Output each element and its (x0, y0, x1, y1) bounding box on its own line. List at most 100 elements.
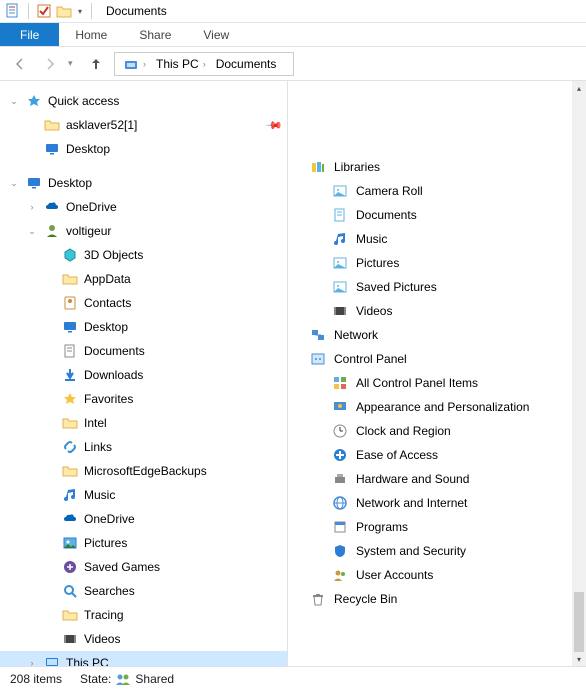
list-item-pictures[interactable]: Pictures (288, 251, 586, 275)
address-bar[interactable]: › This PC › Documents (114, 52, 294, 76)
tab-home[interactable]: Home (59, 23, 123, 46)
list-item-saved-pictures[interactable]: Saved Pictures (288, 275, 586, 299)
content-pane[interactable]: LibrariesCamera Roll Documents Music Pictur… (288, 81, 586, 666)
scroll-thumb[interactable] (574, 592, 584, 652)
tree-item-searches[interactable]: Searches (0, 579, 287, 603)
tree-item-label: 3D Objects (84, 248, 281, 262)
list-item-appearance-and-personalization[interactable]: Appearance and Personalization (288, 395, 586, 419)
tree-item-pictures[interactable]: Pictures (0, 531, 287, 555)
list-item-label: Documents (356, 208, 417, 222)
list-item-control-panel[interactable]: Control Panel (288, 347, 586, 371)
tree-item-downloads[interactable]: Downloads (0, 363, 287, 387)
list-item-clock-and-region[interactable]: Clock and Region (288, 419, 586, 443)
scroll-up-button[interactable]: ▴ (572, 81, 586, 95)
qat-divider (28, 3, 29, 19)
list-item-user-accounts[interactable]: User Accounts (288, 563, 586, 587)
list-item-label: Ease of Access (356, 448, 438, 462)
tab-view[interactable]: View (187, 23, 245, 46)
tree-item-intel[interactable]: Intel (0, 411, 287, 435)
list-item-music[interactable]: Music (288, 227, 586, 251)
tree-item-label: AppData (84, 272, 281, 286)
list-item-system-and-security[interactable]: System and Security (288, 539, 586, 563)
thispc-icon (44, 655, 60, 666)
list-item-network[interactable]: Network (288, 323, 586, 347)
list-item-camera-roll[interactable]: Camera Roll (288, 179, 586, 203)
qat-properties-button[interactable] (4, 2, 22, 20)
control-panel-icon (310, 351, 326, 367)
breadcrumb-documents[interactable]: Documents (212, 57, 281, 71)
chevron-right-icon[interactable]: › (26, 202, 38, 212)
list-item-ease-of-access[interactable]: Ease of Access (288, 443, 586, 467)
list-item-documents[interactable]: Documents (288, 203, 586, 227)
desktop-icon (62, 319, 78, 335)
quick-icon (26, 93, 42, 109)
tree-item-links[interactable]: Links (0, 435, 287, 459)
documents-icon (62, 343, 78, 359)
list-item-label: Pictures (356, 256, 399, 270)
qat-dropdown-button[interactable]: ▾ (75, 2, 85, 20)
list-item-all-control-panel-items[interactable]: All Control Panel Items (288, 371, 586, 395)
tree-item-onedrive[interactable]: OneDrive (0, 507, 287, 531)
tree-item-tracing[interactable]: Tracing (0, 603, 287, 627)
tab-file[interactable]: File (0, 23, 59, 46)
tree-item-microsoftedgebackups[interactable]: MicrosoftEdgeBackups (0, 459, 287, 483)
chevron-down-icon[interactable]: ⌄ (26, 226, 38, 237)
list-item-label: Hardware and Sound (356, 472, 469, 486)
tree-item-appdata[interactable]: AppData (0, 267, 287, 291)
history-dropdown[interactable]: ▾ (68, 58, 78, 69)
tree-item-label: Desktop (84, 320, 281, 334)
chevron-right-icon[interactable]: › (26, 658, 38, 666)
back-button[interactable] (8, 52, 32, 76)
content-scrollbar[interactable]: ▴ ▾ (572, 81, 586, 666)
list-item-libraries[interactable]: Libraries (288, 155, 586, 179)
list-item-recycle-bin[interactable]: Recycle Bin (288, 587, 586, 611)
tree-item-music[interactable]: Music (0, 483, 287, 507)
tree-item-videos[interactable]: Videos (0, 627, 287, 651)
tree-item-desktop[interactable]: Desktop (0, 137, 287, 161)
tree-item-3d-objects[interactable]: 3D Objects (0, 243, 287, 267)
qat-folder-button[interactable] (55, 2, 73, 20)
up-button[interactable] (84, 52, 108, 76)
tree-item-label: Contacts (84, 296, 281, 310)
folder-icon (44, 117, 60, 133)
tree-item-documents[interactable]: Documents (0, 339, 287, 363)
tree-item-label: Saved Games (84, 560, 281, 574)
videos-icon (332, 303, 348, 319)
scroll-down-button[interactable]: ▾ (572, 652, 586, 666)
tree-item-label: Downloads (84, 368, 281, 382)
cp-clock-icon (332, 423, 348, 439)
tree-item-favorites[interactable]: Favorites (0, 387, 287, 411)
tree-item-saved-games[interactable]: Saved Games (0, 555, 287, 579)
list-item-videos[interactable]: Videos (288, 299, 586, 323)
tree-item-label: Links (84, 440, 281, 454)
main-area: ⌄Quick accessasklaver52[1]📌Desktop⌄Deskt… (0, 81, 586, 666)
list-item-hardware-and-sound[interactable]: Hardware and Sound (288, 467, 586, 491)
folder-icon (62, 415, 78, 431)
tree-item-this-pc[interactable]: › This PC (0, 651, 287, 666)
status-bar: 208 items State: Shared (0, 666, 586, 690)
tree-item-voltigeur[interactable]: ⌄voltigeur (0, 219, 287, 243)
tree-item-contacts[interactable]: Contacts (0, 291, 287, 315)
tree-item-quick-access[interactable]: ⌄Quick access (0, 89, 287, 113)
breadcrumb-root[interactable]: › (119, 56, 150, 72)
navigation-tree[interactable]: ⌄Quick accessasklaver52[1]📌Desktop⌄Deskt… (0, 81, 288, 666)
tree-item-label: Documents (84, 344, 281, 358)
list-item-label: Control Panel (334, 352, 407, 366)
tree-item-label: This PC (66, 656, 281, 666)
ribbon-tabs: File Home Share View (0, 23, 586, 47)
tree-item-onedrive[interactable]: ›OneDrive (0, 195, 287, 219)
status-item-count: 208 items (10, 672, 62, 686)
tree-item-desktop[interactable]: ⌄Desktop (0, 171, 287, 195)
chevron-down-icon[interactable]: ⌄ (8, 96, 20, 107)
list-item-programs[interactable]: Programs (288, 515, 586, 539)
qat-check-button[interactable] (35, 2, 53, 20)
tree-item-desktop[interactable]: Desktop (0, 315, 287, 339)
chevron-down-icon[interactable]: ⌄ (8, 178, 20, 189)
downloads-icon (62, 367, 78, 383)
tab-share[interactable]: Share (123, 23, 187, 46)
list-item-network-and-internet[interactable]: Network and Internet (288, 491, 586, 515)
forward-button[interactable] (38, 52, 62, 76)
cp-appearance-icon (332, 399, 348, 415)
breadcrumb-this-pc[interactable]: This PC › (152, 57, 210, 71)
tree-item-asklaver52-1-[interactable]: asklaver52[1]📌 (0, 113, 287, 137)
